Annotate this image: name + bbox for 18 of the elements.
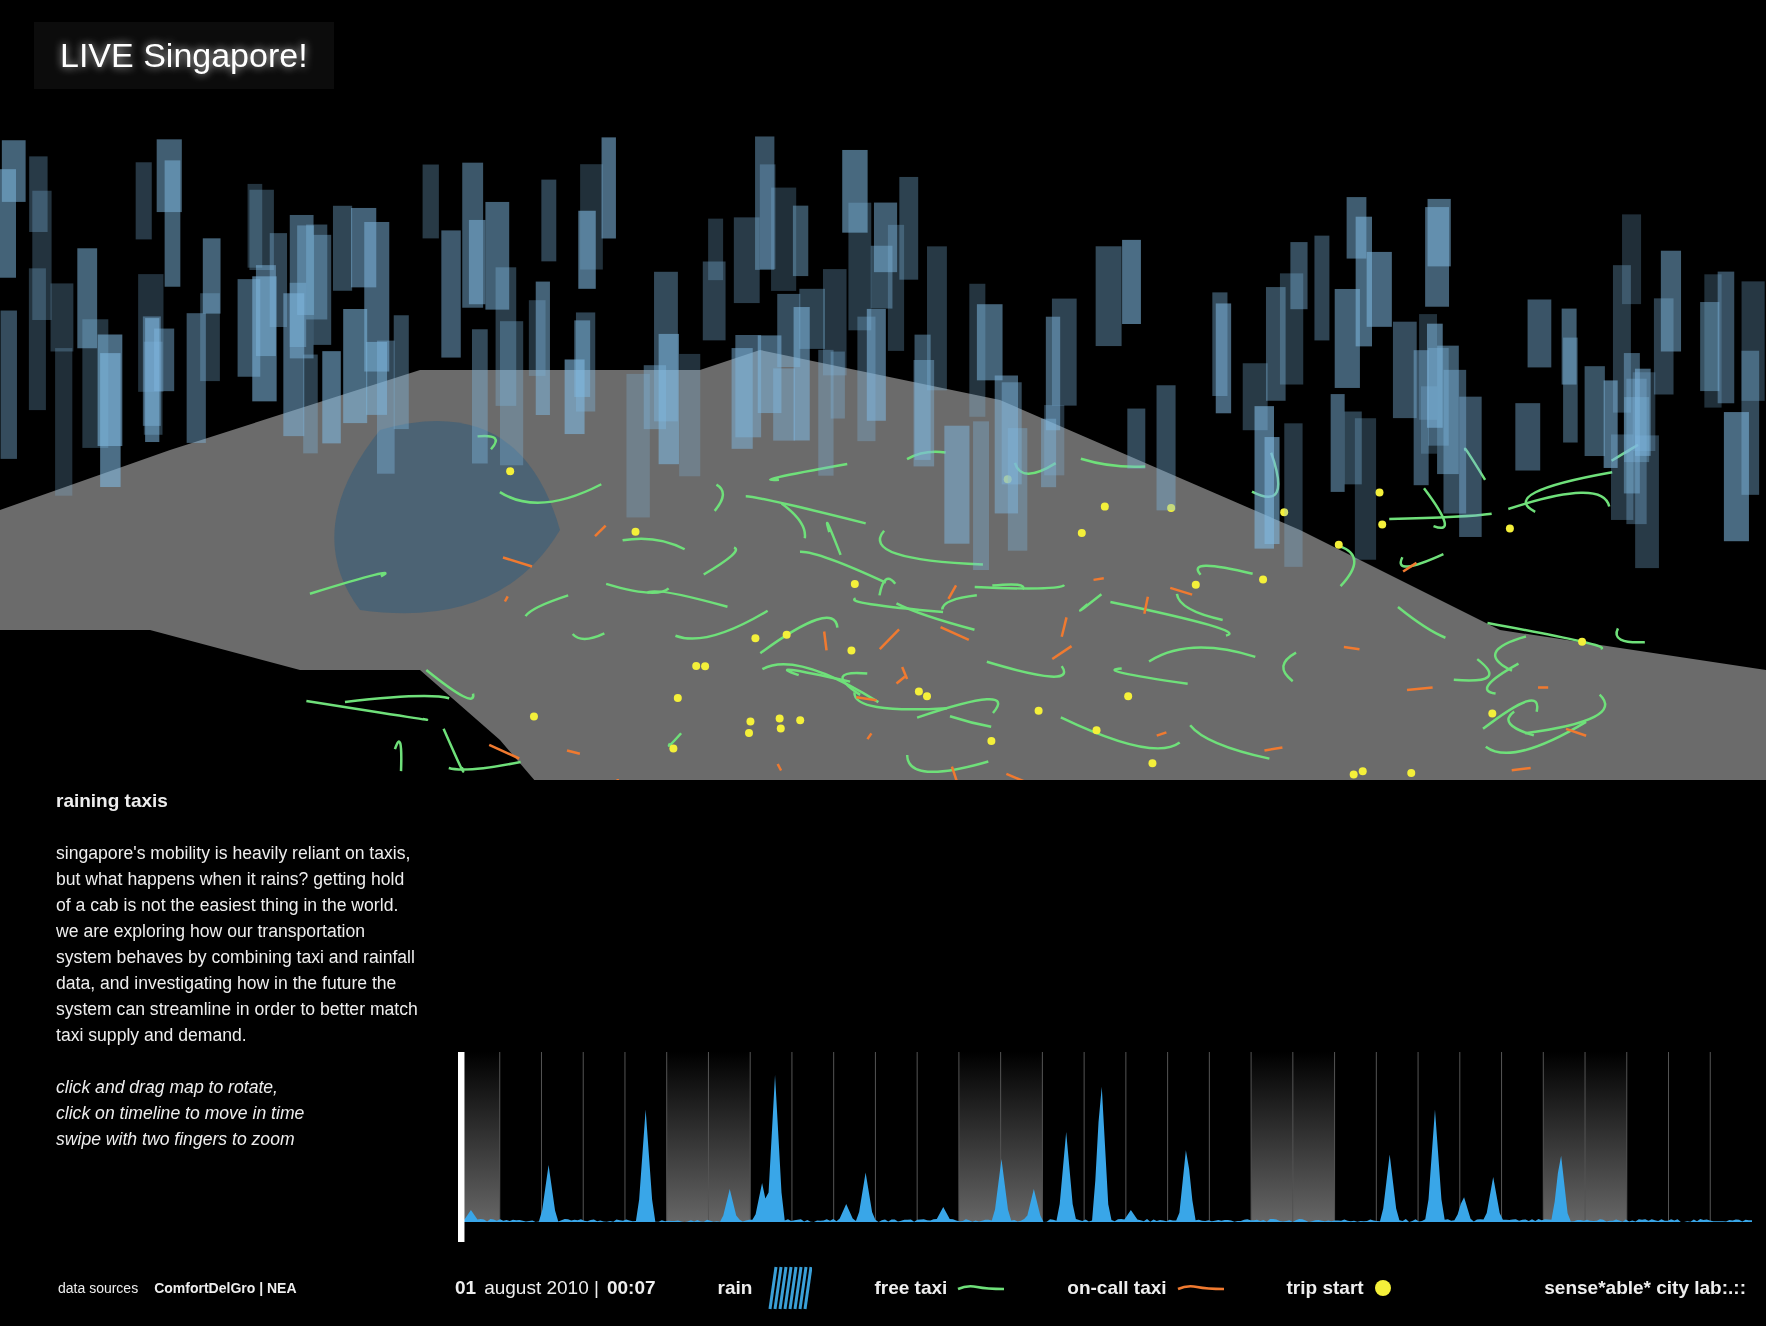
- date-month: august 2010 |: [484, 1277, 599, 1299]
- legend-label: trip start: [1286, 1277, 1364, 1299]
- hint-text: click on timeline to move in time: [56, 1102, 306, 1125]
- lab-credit: sense*able* city lab:.::: [1544, 1277, 1746, 1299]
- story-heading: raining taxis: [56, 790, 169, 812]
- legend-label: on-call taxi: [1067, 1277, 1167, 1299]
- dot-icon: [1373, 1279, 1392, 1297]
- sources-value: ComfortDelGro | NEA: [154, 1280, 297, 1296]
- date-time: 00:07: [606, 1277, 656, 1299]
- hint-text: swipe with two fingers to zoom: [56, 1128, 296, 1151]
- story-text: singapore's mobility is heavily reliant on taxis, but what happens when it rains? getting hold of a cab is not the easiest thing in the world. we are exploring how our transportation system behaves by combining taxi and rainfall data, and investigating how in the future the system can streamline in order to better match taxi supply and demand.: [56, 842, 418, 1047]
- hint-text: click and drag map to rotate,: [56, 1076, 279, 1099]
- legend-label: rain: [717, 1277, 753, 1299]
- legend-label: free taxi: [874, 1277, 948, 1299]
- rainfall-timeline-drawing[interactable]: [458, 1052, 1752, 1242]
- sources-label: data sources: [58, 1280, 139, 1296]
- date-day: 01: [455, 1277, 477, 1299]
- app-title: LIVE Singapore!: [34, 22, 334, 89]
